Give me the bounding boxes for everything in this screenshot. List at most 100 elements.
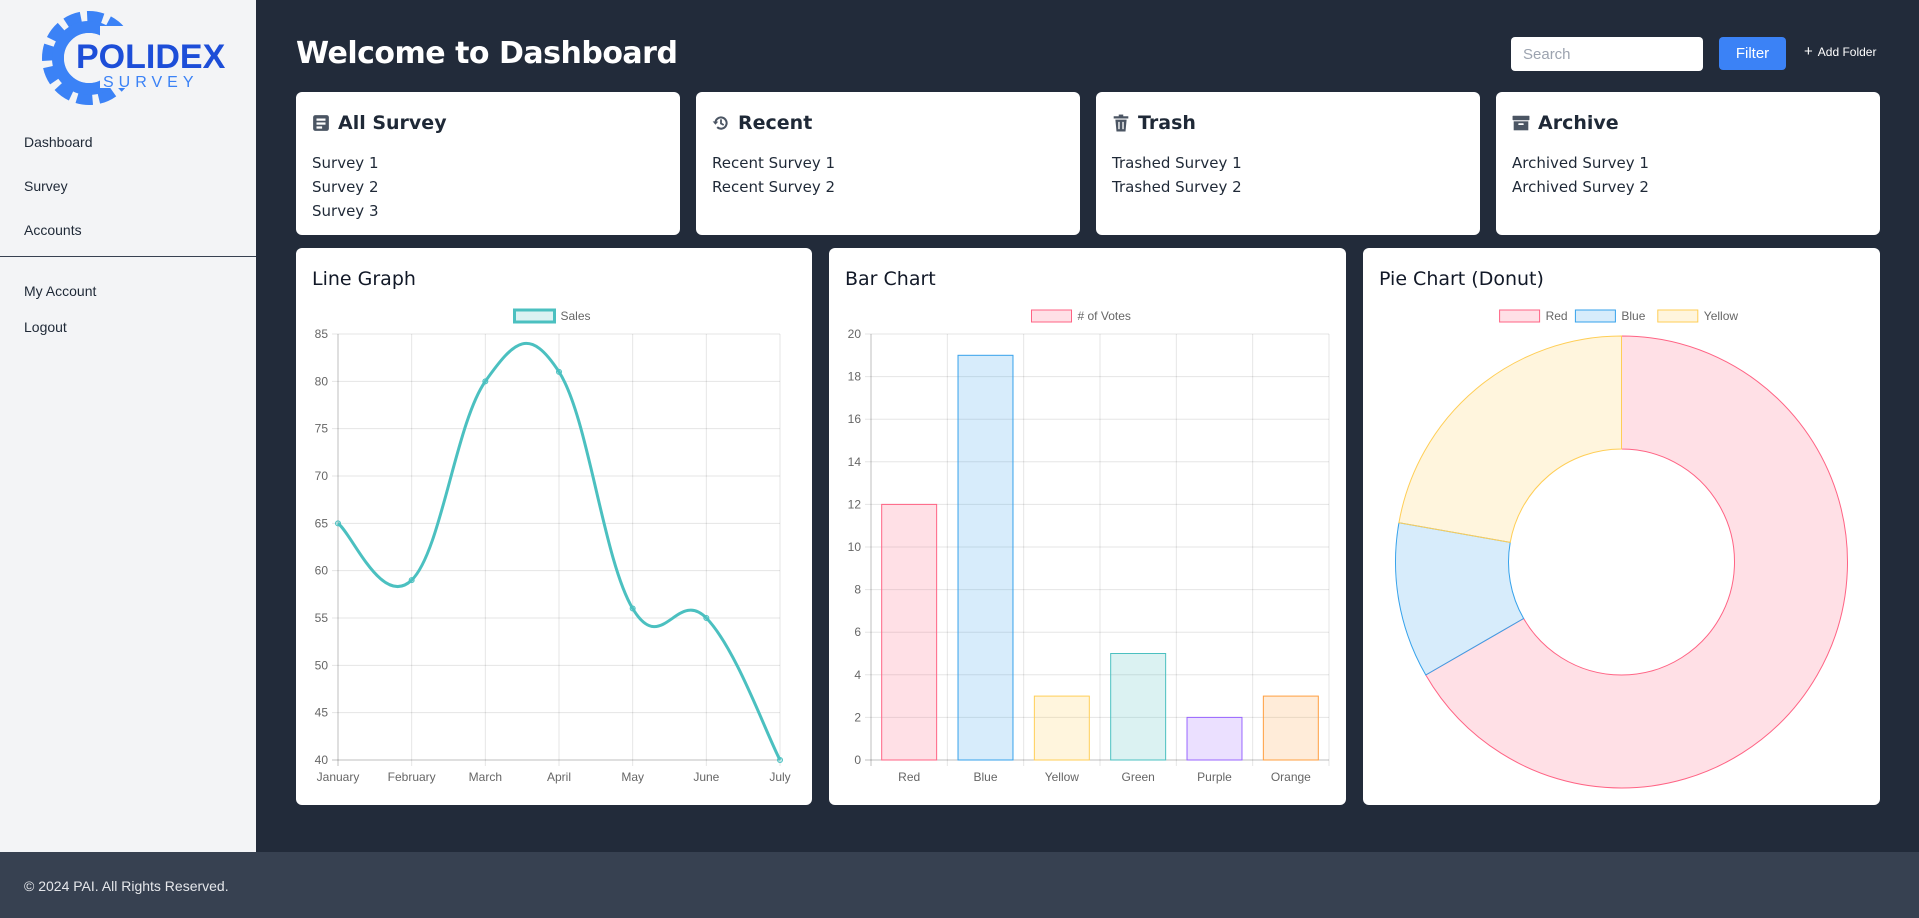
list-item[interactable]: Survey 2	[312, 175, 379, 199]
list-item[interactable]: Survey 1	[312, 151, 379, 175]
x-tick-label: January	[317, 770, 360, 784]
folder-card-archive[interactable]: Archive Archived Survey 1 Archived Surve…	[1496, 92, 1880, 235]
list-item[interactable]: Archived Survey 1	[1512, 151, 1649, 175]
x-tick-label: July	[769, 770, 790, 784]
legend-swatch	[1657, 309, 1699, 323]
legend-swatch	[513, 308, 556, 324]
y-tick-label: 12	[848, 497, 862, 511]
x-tick-label: Red	[898, 770, 920, 784]
legend-label: Sales	[561, 309, 591, 323]
legend-swatch	[1574, 309, 1616, 323]
y-tick-label: 2	[854, 710, 861, 724]
brand-sub: SURVEY	[103, 74, 199, 91]
folder-card-trash[interactable]: Trash Trashed Survey 1 Trashed Survey 2	[1096, 92, 1480, 235]
folder-title-text: Recent	[738, 112, 813, 134]
data-point	[335, 520, 341, 527]
add-folder-label: Add Folder	[1817, 45, 1877, 59]
x-tick-label: June	[693, 770, 719, 784]
list-item[interactable]: Archived Survey 2	[1512, 175, 1649, 199]
sidebar-item-my-account[interactable]: My Account	[24, 283, 96, 299]
footer: © 2024 PAI. All Rights Reserved.	[0, 852, 1919, 918]
folder-card-all-survey[interactable]: All Survey Survey 1 Survey 2 Survey 3	[296, 92, 680, 235]
y-tick-label: 10	[848, 540, 862, 554]
legend-label: Blue	[1621, 309, 1645, 323]
y-tick-label: 45	[315, 706, 329, 720]
bar	[1262, 695, 1319, 761]
folder-title: Trash	[1112, 112, 1196, 134]
legend-swatch	[1499, 309, 1541, 323]
y-tick-label: 4	[854, 668, 861, 682]
x-tick-label: March	[469, 770, 502, 784]
data-point	[408, 577, 415, 584]
y-tick-label: 8	[854, 583, 861, 597]
list-item[interactable]: Trashed Survey 2	[1112, 175, 1242, 199]
folder-item-list: Survey 1 Survey 2 Survey 3	[312, 151, 379, 223]
line-chart: Sales 40 45 50 55 60 65 70 75 80 85 January February…	[315, 308, 791, 784]
y-tick-label: 40	[315, 753, 329, 767]
data-point	[556, 368, 562, 375]
x-tick-label: May	[621, 770, 644, 784]
y-tick-label: 14	[848, 455, 862, 469]
x-tick-label: Green	[1121, 770, 1154, 784]
list-item[interactable]: Recent Survey 2	[712, 175, 835, 199]
y-tick-label: 0	[854, 753, 861, 767]
sidebar-item-dashboard[interactable]: Dashboard	[24, 134, 93, 150]
bar	[881, 503, 938, 761]
copyright-text: © 2024 PAI. All Rights Reserved.	[24, 878, 229, 894]
donut-slice	[1398, 335, 1622, 543]
list-item[interactable]: Recent Survey 1	[712, 151, 835, 175]
legend-label: Yellow	[1704, 309, 1739, 323]
y-tick-label: 70	[315, 469, 329, 483]
sidebar-item-accounts[interactable]: Accounts	[24, 222, 82, 238]
data-point	[777, 757, 783, 763]
folder-title: Recent	[712, 112, 812, 134]
folder-title: All Survey	[312, 112, 447, 134]
list-item[interactable]: Trashed Survey 1	[1112, 151, 1242, 175]
legend-swatch	[1031, 309, 1072, 323]
plus-icon: +	[1804, 43, 1813, 60]
y-tick-label: 85	[315, 327, 329, 341]
data-point	[629, 605, 636, 612]
x-tick-label: Orange	[1271, 770, 1311, 784]
y-tick-label: 20	[848, 327, 862, 341]
bar	[957, 354, 1014, 761]
folder-item-list: Trashed Survey 1 Trashed Survey 2	[1112, 151, 1242, 199]
add-folder-button[interactable]: + Add Folder	[1804, 43, 1877, 60]
bar	[1110, 653, 1167, 761]
page-title: Welcome to Dashboard	[296, 36, 678, 71]
list-item[interactable]: Survey 3	[312, 199, 379, 223]
legend-label: Red	[1546, 309, 1568, 323]
data-point	[482, 378, 489, 385]
bar-chart-card: Bar Chart # of Votes 0 2 4 6 8 10 12 14 16 18 20 Red…	[829, 248, 1346, 805]
history-icon	[712, 116, 728, 130]
y-tick-label: 60	[315, 564, 329, 578]
folder-card-recent[interactable]: Recent Recent Survey 1 Recent Survey 2	[696, 92, 1080, 235]
search-input[interactable]	[1511, 37, 1703, 71]
y-tick-label: 80	[315, 374, 329, 388]
sidebar-item-logout[interactable]: Logout	[24, 319, 67, 335]
trash-icon	[1113, 114, 1129, 132]
y-tick-label: 75	[315, 422, 329, 436]
sidebar-divider	[0, 256, 256, 257]
y-tick-label: 18	[848, 370, 862, 384]
filter-button[interactable]: Filter	[1719, 37, 1786, 70]
folder-item-list: Archived Survey 1 Archived Survey 2	[1512, 151, 1649, 199]
x-tick-label: Purple	[1197, 770, 1232, 784]
bar	[1186, 716, 1243, 761]
bar	[1033, 695, 1090, 761]
x-tick-label: February	[388, 770, 436, 784]
pie-chart-card: Pie Chart (Donut) Red Blue Yellow	[1363, 248, 1880, 805]
x-tick-label: Yellow	[1045, 770, 1080, 784]
y-tick-label: 55	[315, 611, 329, 625]
archive-icon	[1512, 115, 1530, 131]
sidebar: POLIDEX SURVEY Dashboard Survey Accounts…	[0, 0, 256, 852]
folder-title: Archive	[1512, 112, 1619, 134]
polidex-logo[interactable]: POLIDEX SURVEY	[36, 6, 226, 110]
line-graph-card: Line Graph Sales 40 45 50 55 60 65 70 75 80 85 Janu…	[296, 248, 812, 805]
brand-name: POLIDEX	[76, 38, 226, 76]
sidebar-item-survey[interactable]: Survey	[24, 178, 68, 194]
folder-title-text: Trash	[1138, 112, 1196, 134]
folder-title-text: Archive	[1538, 112, 1619, 134]
folder-item-list: Recent Survey 1 Recent Survey 2	[712, 151, 835, 199]
y-tick-label: 6	[854, 625, 861, 639]
